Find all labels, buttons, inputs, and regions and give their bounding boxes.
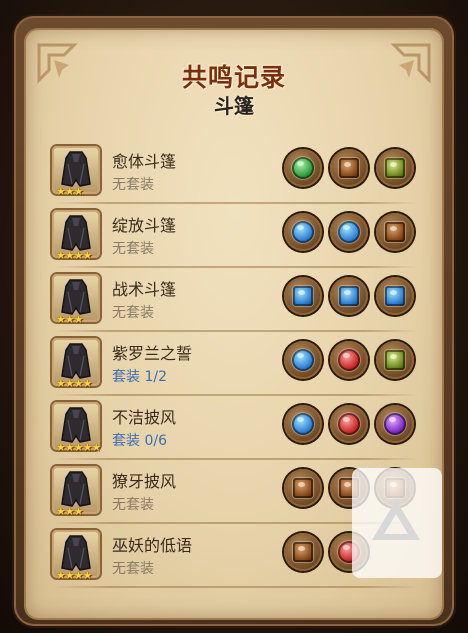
list-item[interactable]: ★★★ 愈体斗篷无套装 xyxy=(46,140,426,204)
cloak-item-icon[interactable]: ★★★★★ xyxy=(52,402,101,454)
gem-socket-blue[interactable] xyxy=(376,277,414,315)
rarity-stars: ★★★★ xyxy=(56,377,92,390)
blue-gem-icon xyxy=(292,413,314,435)
set-status: 无套装 xyxy=(112,241,154,257)
gem-socket-blue[interactable] xyxy=(284,277,322,315)
rarity-stars: ★★★★ xyxy=(56,249,92,262)
item-name: 不洁披风 xyxy=(112,408,177,427)
item-name: 巫妖的低语 xyxy=(112,536,193,555)
blue-gem-icon xyxy=(339,286,359,306)
item-name: 愈体斗篷 xyxy=(112,152,177,171)
gem-socket-brown[interactable] xyxy=(284,533,322,571)
gem-socket-olive[interactable] xyxy=(376,341,414,379)
olive-gem-icon xyxy=(385,350,405,370)
page-title: 共鸣记录 xyxy=(181,63,286,92)
cloak-icon xyxy=(61,535,91,571)
cloak-item-icon[interactable]: ★★★★ xyxy=(52,338,100,390)
blue-gem-icon xyxy=(385,286,405,306)
set-status: 无套装 xyxy=(112,497,154,513)
blue-gem-icon xyxy=(338,221,360,243)
list-item[interactable]: ★★★ 战术斗篷无套装 xyxy=(46,268,426,332)
list-item[interactable]: ★★★★★ 不洁披风套装 0/6 xyxy=(46,396,426,460)
item-name: 战术斗篷 xyxy=(112,280,177,299)
gem-socket-blue[interactable] xyxy=(284,213,322,251)
list-item[interactable]: ★★★★ 紫罗兰之誓套装 1/2 xyxy=(46,332,426,396)
cloak-icon xyxy=(61,279,91,315)
gem-socket-blue[interactable] xyxy=(330,213,368,251)
gem-socket-purple[interactable] xyxy=(376,405,414,443)
green-gem-icon xyxy=(292,157,314,179)
item-name: 绽放斗篷 xyxy=(112,216,177,235)
page-subtitle: 斗篷 xyxy=(214,94,254,118)
cloak-item-icon[interactable]: ★★★★ xyxy=(52,210,100,262)
gem-socket-brown[interactable] xyxy=(330,149,368,187)
cloak-icon xyxy=(61,343,91,379)
set-status: 无套装 xyxy=(112,305,154,321)
item-name: 獠牙披风 xyxy=(112,472,177,491)
gem-socket-blue[interactable] xyxy=(284,341,322,379)
list-item[interactable]: ★★★★ 绽放斗篷无套装 xyxy=(46,204,426,268)
set-status: 套装 0/6 xyxy=(112,433,167,449)
item-name: 紫罗兰之誓 xyxy=(112,344,193,363)
set-status: 无套装 xyxy=(112,561,154,577)
brown-gem-icon xyxy=(385,222,405,242)
gem-socket-brown[interactable] xyxy=(376,213,414,251)
rarity-stars: ★★★ xyxy=(56,185,84,198)
rarity-stars: ★★★★ xyxy=(56,569,92,582)
cloak-icon xyxy=(61,215,91,251)
gem-socket-olive[interactable] xyxy=(376,149,414,187)
rarity-stars: ★★★ xyxy=(56,505,84,518)
gem-socket-blue[interactable] xyxy=(284,405,322,443)
blue-gem-icon xyxy=(292,349,314,371)
rarity-stars: ★★★★★ xyxy=(56,441,101,454)
purple-gem-icon xyxy=(384,413,406,435)
cloak-icon xyxy=(61,151,91,187)
red-gem-icon xyxy=(338,349,360,371)
gem-socket-blue[interactable] xyxy=(330,277,368,315)
cloak-item-icon[interactable]: ★★★ xyxy=(52,146,100,198)
gem-socket-red[interactable] xyxy=(330,341,368,379)
watermark-logo-icon xyxy=(372,500,420,540)
set-status: 无套装 xyxy=(112,177,154,193)
blue-gem-icon xyxy=(292,221,314,243)
row-divider xyxy=(54,586,418,588)
cloak-item-icon[interactable]: ★★★ xyxy=(52,274,100,326)
cloak-item-icon[interactable]: ★★★★ xyxy=(52,530,100,582)
gem-socket-green[interactable] xyxy=(284,149,322,187)
cloak-item-icon[interactable]: ★★★ xyxy=(52,466,100,518)
red-gem-icon xyxy=(338,413,360,435)
watermark xyxy=(352,468,442,578)
cloak-icon xyxy=(61,471,91,507)
brown-gem-icon xyxy=(339,158,359,178)
brown-gem-icon xyxy=(293,542,313,562)
gem-socket-red[interactable] xyxy=(330,405,368,443)
brown-gem-icon xyxy=(293,478,313,498)
rarity-stars: ★★★ xyxy=(56,313,84,326)
gem-socket-brown[interactable] xyxy=(284,469,322,507)
blue-gem-icon xyxy=(293,286,313,306)
cloak-icon xyxy=(61,407,91,443)
olive-gem-icon xyxy=(385,158,405,178)
set-status: 套装 1/2 xyxy=(112,369,167,385)
